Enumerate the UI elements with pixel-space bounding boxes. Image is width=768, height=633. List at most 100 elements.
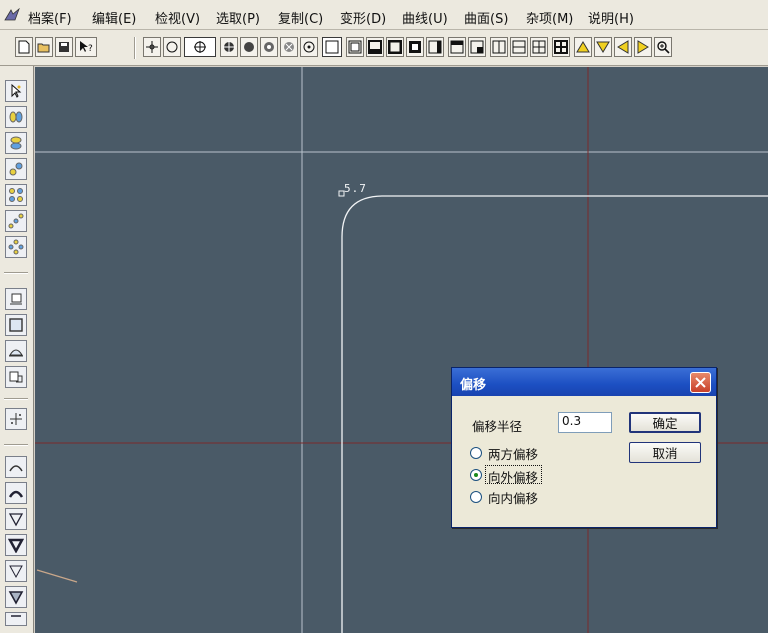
circle-tool-button[interactable] (163, 37, 181, 57)
funnel-bold-icon (8, 538, 24, 553)
rect-inner-icon (348, 40, 362, 54)
stack-select-button[interactable] (5, 132, 27, 154)
menu-file[interactable]: 档案(F) (28, 8, 72, 27)
zoom-magnifier-icon (657, 41, 670, 54)
copy-tool-button[interactable] (5, 366, 27, 388)
radio-both-sides[interactable] (470, 447, 482, 459)
menu-transform[interactable]: 变形(D) (340, 8, 386, 27)
rect-frame-button[interactable] (322, 37, 342, 57)
open-folder-icon (37, 43, 50, 53)
funnel-outline-button[interactable] (5, 508, 27, 530)
dot-circle-icon (303, 41, 315, 53)
rect-bottom-icon (368, 40, 382, 54)
app-icon (4, 8, 20, 21)
svg-text:?: ? (88, 44, 93, 54)
select-arrow-icon (11, 83, 22, 98)
circle-center-button[interactable] (184, 37, 216, 57)
radio-inward[interactable] (470, 491, 482, 503)
circle-x-button[interactable] (280, 37, 298, 57)
pair-ovals-icon (9, 111, 23, 123)
dot-circle-button[interactable] (300, 37, 318, 57)
rect-top-button[interactable] (448, 37, 466, 57)
new-file-button[interactable] (15, 37, 33, 57)
more-tools-button[interactable] (5, 612, 27, 626)
stacked-ovals-icon (10, 136, 22, 150)
select-tool-button[interactable] (5, 80, 27, 102)
rect-bottom-button[interactable] (366, 37, 384, 57)
rect-frame-icon (325, 40, 339, 54)
cancel-button[interactable]: 取消 (629, 442, 701, 463)
stray-stroke (36, 569, 78, 583)
menu-select[interactable]: 选取(P) (216, 8, 260, 27)
open-file-button[interactable] (35, 37, 53, 57)
grid-select-button[interactable] (5, 184, 27, 206)
dome-tool-button[interactable] (5, 340, 27, 362)
arc-up-icon (9, 465, 23, 472)
point-cross-icon (10, 413, 22, 425)
new-file-icon (18, 40, 30, 54)
point-tool-button[interactable] (143, 37, 161, 57)
point-grid-button[interactable] (5, 408, 27, 430)
radio-inward-label: 向内偏移 (488, 491, 539, 506)
rect-top-icon (450, 40, 464, 54)
split-horizontal-button[interactable] (510, 37, 528, 57)
point-label: 5.7 (344, 182, 367, 195)
split-quad-button[interactable] (530, 37, 548, 57)
offset-radius-input[interactable]: 0.3 (558, 412, 612, 433)
funnel-thin-button[interactable] (5, 560, 27, 582)
dialog-title-bar[interactable]: 偏移 (452, 368, 716, 396)
rect-fill-button[interactable] (406, 37, 424, 57)
rect-bold-icon (388, 40, 402, 54)
rect-right-button[interactable] (426, 37, 444, 57)
funnel-shade-button[interactable] (5, 586, 27, 608)
dome-icon (9, 349, 23, 357)
rect-right-icon (428, 40, 442, 54)
split-quad-bold-button[interactable] (552, 37, 570, 57)
zoom-button[interactable] (654, 37, 672, 57)
radio-both-sides-label: 两方偏移 (488, 447, 539, 462)
menu-curve[interactable]: 曲线(U) (402, 8, 448, 27)
ok-button[interactable]: 确定 (629, 412, 701, 433)
menu-edit[interactable]: 编辑(E) (92, 8, 136, 27)
view-right-button[interactable] (634, 37, 652, 57)
menu-surface[interactable]: 曲面(S) (464, 8, 508, 27)
dot-grid-icon (9, 188, 23, 202)
solid-circle-icon (244, 42, 254, 52)
rect-inner-button[interactable] (346, 37, 364, 57)
radio-outward-label: 向外偏移 (488, 470, 539, 485)
dialog-title: 偏移 (460, 378, 487, 393)
split-vertical-icon (492, 40, 506, 54)
view-left-button[interactable] (614, 37, 632, 57)
ring-select-button[interactable] (5, 236, 27, 258)
menu-copy[interactable]: 复制(C) (278, 8, 323, 27)
menu-help[interactable]: 说明(H) (588, 8, 634, 27)
rect-corner-icon (470, 40, 484, 54)
layer-tool-button[interactable] (5, 288, 27, 310)
crosshair-icon (146, 41, 158, 53)
menu-view[interactable]: 检视(V) (155, 8, 200, 27)
view-top-button[interactable] (574, 37, 592, 57)
drawing-canvas[interactable]: 5.7 (35, 67, 768, 633)
dialog-close-button[interactable] (690, 372, 711, 393)
radio-outward[interactable] (470, 469, 482, 481)
triangle-down-icon (596, 41, 610, 53)
filled-circle-cross-button[interactable] (220, 37, 238, 57)
frame-tool-button[interactable] (5, 314, 27, 336)
save-button[interactable] (55, 37, 73, 57)
chain-select-button[interactable] (5, 210, 27, 232)
copy-icon (9, 371, 23, 383)
help-cursor-button[interactable]: ? (75, 37, 97, 57)
pair-select-button[interactable] (5, 106, 27, 128)
rect-corner-button[interactable] (468, 37, 486, 57)
funnel-bold-button[interactable] (5, 534, 27, 556)
arc-up-button[interactable] (5, 456, 27, 478)
rect-bold-button[interactable] (386, 37, 404, 57)
view-bottom-button[interactable] (594, 37, 612, 57)
arc-bold-button[interactable] (5, 482, 27, 504)
solid-circle-button[interactable] (240, 37, 258, 57)
offset-dialog: 偏移 偏移半径 0.3 确定 取消 两方偏移 向外偏移 向内偏移 (451, 367, 717, 528)
ring-button[interactable] (260, 37, 278, 57)
menu-misc[interactable]: 杂项(M) (526, 8, 573, 27)
diagonal-select-button[interactable] (5, 158, 27, 180)
split-vertical-button[interactable] (490, 37, 508, 57)
